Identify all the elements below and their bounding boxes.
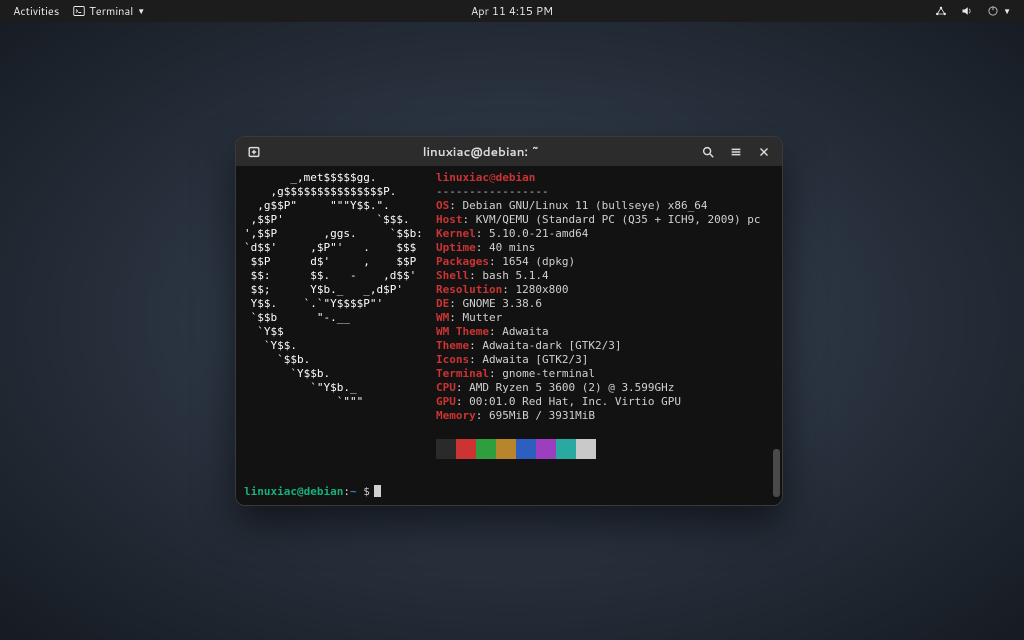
color-swatch: [496, 439, 516, 459]
userhost-line: linuxiac@debian: [436, 171, 774, 185]
new-tab-icon: [247, 145, 261, 159]
hamburger-icon: [729, 145, 743, 159]
text-cursor: [374, 485, 381, 497]
terminal-icon: [73, 5, 85, 17]
terminal-window: linuxiac@debian: ~ _,met$$$$$gg. ,g$$$$$…: [235, 136, 783, 506]
info-key: Shell: [436, 269, 469, 282]
color-swatch: [576, 439, 596, 459]
info-key: Host: [436, 213, 463, 226]
color-swatch: [436, 439, 456, 459]
close-icon: [757, 145, 771, 159]
info-key: Memory: [436, 409, 476, 422]
info-key: Theme: [436, 339, 469, 352]
info-value: : KVM/QEMU (Standard PC (Q35 + ICH9, 200…: [463, 213, 761, 226]
info-key: DE: [436, 297, 449, 310]
info-row: DE: GNOME 3.38.6: [436, 297, 774, 311]
color-swatch: [456, 439, 476, 459]
info-value: : 40 mins: [476, 241, 536, 254]
info-row: WM Theme: Adwaita: [436, 325, 774, 339]
network-indicator[interactable]: [928, 5, 954, 17]
info-key: Icons: [436, 353, 469, 366]
info-row: WM: Mutter: [436, 311, 774, 325]
info-key: Uptime: [436, 241, 476, 254]
info-key: Packages: [436, 255, 489, 268]
window-titlebar[interactable]: linuxiac@debian: ~: [236, 137, 782, 167]
info-row: GPU: 00:01.0 Red Hat, Inc. Virtio GPU: [436, 395, 774, 409]
info-value: : Adwaita-dark [GTK2/3]: [469, 339, 621, 352]
prompt-path: ~: [350, 485, 357, 498]
info-value: : GNOME 3.38.6: [449, 297, 542, 310]
prompt-colon: :: [343, 485, 350, 498]
info-row: Packages: 1654 (dpkg): [436, 255, 774, 269]
color-swatch: [556, 439, 576, 459]
power-icon: [987, 5, 999, 17]
color-swatch: [476, 439, 496, 459]
info-row: Kernel: 5.10.0-21-amd64: [436, 227, 774, 241]
at-sign: @: [489, 171, 496, 184]
info-row: Icons: Adwaita [GTK2/3]: [436, 353, 774, 367]
volume-indicator[interactable]: [954, 5, 980, 17]
info-key: WM Theme: [436, 325, 489, 338]
neofetch-ascii-art: _,met$$$$$gg. ,g$$$$$$$$$$$$$$$P. ,g$$P"…: [244, 171, 423, 409]
info-value: : 5.10.0-21-amd64: [476, 227, 589, 240]
info-value: : Adwaita [GTK2/3]: [469, 353, 588, 366]
hamburger-menu-button[interactable]: [724, 141, 748, 163]
info-value: : 695MiB / 3931MiB: [476, 409, 595, 422]
separator-line: -----------------: [436, 185, 774, 199]
info-row: Resolution: 1280x800: [436, 283, 774, 297]
chevron-down-icon: ▼: [1003, 0, 1011, 22]
info-value: : 00:01.0 Red Hat, Inc. Virtio GPU: [456, 395, 681, 408]
info-key: CPU: [436, 381, 456, 394]
new-tab-button[interactable]: [242, 141, 266, 163]
power-indicator[interactable]: ▼: [980, 0, 1018, 22]
search-icon: [701, 145, 715, 159]
info-key: Terminal: [436, 367, 489, 380]
prompt-userhost: linuxiac@debian: [244, 485, 343, 498]
prompt-line: linuxiac@debian:~ $: [244, 485, 381, 499]
active-app-label: Terminal: [89, 0, 133, 22]
activities-button[interactable]: Activities: [6, 0, 66, 22]
info-value: : AMD Ryzen 5 3600 (2) @ 3.599GHz: [456, 381, 675, 394]
info-host: debian: [496, 171, 536, 184]
info-key: Kernel: [436, 227, 476, 240]
info-key: WM: [436, 311, 449, 324]
search-button[interactable]: [696, 141, 720, 163]
info-row: CPU: AMD Ryzen 5 3600 (2) @ 3.599GHz: [436, 381, 774, 395]
info-row: OS: Debian GNU/Linux 11 (bullseye) x86_6…: [436, 199, 774, 213]
info-row: Uptime: 40 mins: [436, 241, 774, 255]
info-value: : 1280x800: [502, 283, 568, 296]
terminal-viewport[interactable]: _,met$$$$$gg. ,g$$$$$$$$$$$$$$$P. ,g$$P"…: [236, 167, 782, 505]
info-value: : bash 5.1.4: [469, 269, 548, 282]
info-key: GPU: [436, 395, 456, 408]
neofetch-info-block: linuxiac@debian ----------------- OS: De…: [436, 171, 774, 423]
volume-icon: [961, 5, 973, 17]
info-key: OS: [436, 199, 449, 212]
color-swatch: [536, 439, 556, 459]
info-key: Resolution: [436, 283, 502, 296]
info-row: Host: KVM/QEMU (Standard PC (Q35 + ICH9,…: [436, 213, 774, 227]
chevron-down-icon: ▼: [137, 0, 145, 22]
info-value: : 1654 (dpkg): [489, 255, 575, 268]
info-value: : gnome-terminal: [489, 367, 595, 380]
top-panel: Activities Terminal ▼ Apr 11 4:15 PM ▼: [0, 0, 1024, 22]
info-value: : Mutter: [449, 311, 502, 324]
close-window-button[interactable]: [752, 141, 776, 163]
window-title: linuxiac@debian: ~: [272, 143, 690, 160]
info-value: : Debian GNU/Linux 11 (bullseye) x86_64: [449, 199, 707, 212]
network-icon: [935, 5, 947, 17]
info-user: linuxiac: [436, 171, 489, 184]
prompt-symbol: $: [363, 485, 370, 498]
scrollbar-thumb[interactable]: [773, 449, 780, 497]
active-app-indicator[interactable]: Terminal ▼: [66, 0, 152, 22]
info-value: : Adwaita: [489, 325, 549, 338]
clock[interactable]: Apr 11 4:15 PM: [464, 0, 560, 22]
color-swatch: [516, 439, 536, 459]
info-row: Theme: Adwaita-dark [GTK2/3]: [436, 339, 774, 353]
info-row: Terminal: gnome-terminal: [436, 367, 774, 381]
info-row: Shell: bash 5.1.4: [436, 269, 774, 283]
info-row: Memory: 695MiB / 3931MiB: [436, 409, 774, 423]
color-swatches: [436, 439, 596, 459]
